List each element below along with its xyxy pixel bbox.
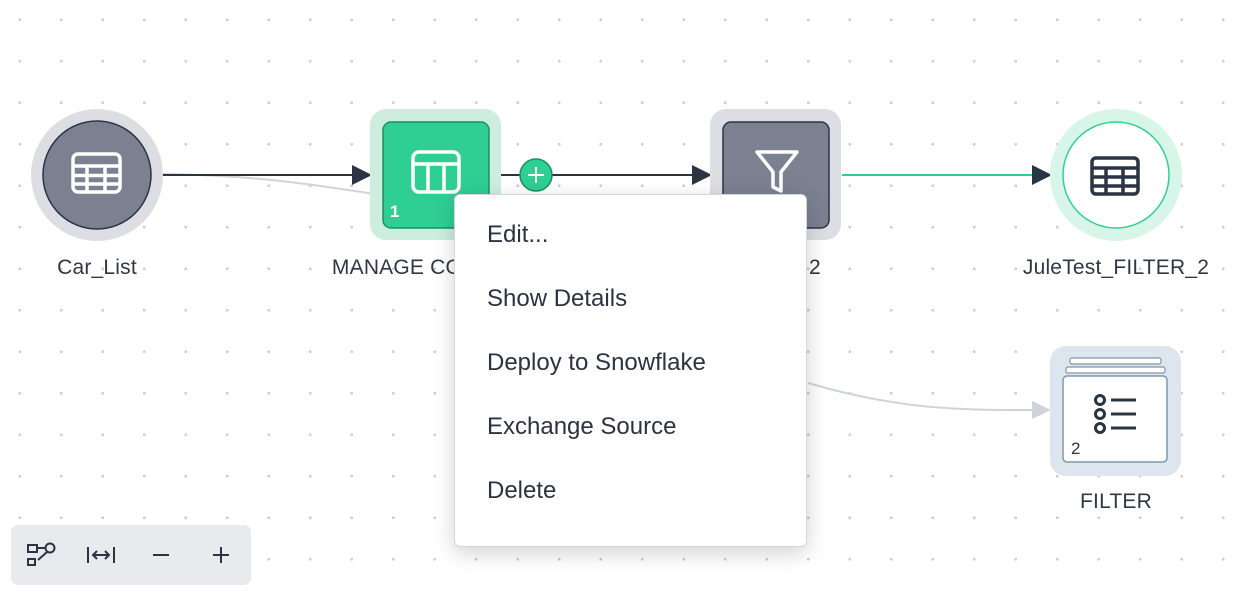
zoom-out-button[interactable] [143,537,179,573]
lineage-button[interactable] [23,537,59,573]
edge-arrow-jule [1032,165,1052,185]
context-menu: Edit... Show Details Deploy to Snowflake… [454,194,807,547]
node-label-filter-2: 2 [809,256,821,279]
menu-item-exchange-source[interactable]: Exchange Source [487,413,676,441]
step-count-badge: 1 [390,202,400,221]
menu-item-delete[interactable]: Delete [487,477,556,505]
menu-item-edit[interactable]: Edit... [487,221,548,249]
menu-item-deploy[interactable]: Deploy to Snowflake [487,349,706,377]
zoom-out-icon [153,554,169,556]
edge-arrow-filter [1032,401,1051,419]
node-label-car-list: Car_List [57,256,137,279]
zoom-in-icon [213,547,229,563]
canvas-toolbar [11,525,251,585]
fit-width-icon [87,547,115,563]
step-count-badge: 2 [1071,439,1081,458]
node-car-list[interactable] [31,109,163,241]
edge-arrow-manage [352,165,372,185]
zoom-in-button[interactable] [203,537,239,573]
add-step-button[interactable] [519,158,553,192]
fit-width-button[interactable] [83,537,119,573]
node-jule[interactable] [1050,109,1182,241]
edge-to-filter [807,382,1036,411]
node-label-jule: JuleTest_FILTER_2 [1022,256,1210,279]
node-label-manage: MANAGE CO [331,256,463,279]
node-filter[interactable] [1050,346,1181,476]
edge-arrow-filter2 [692,165,712,185]
lineage-icon [27,542,56,566]
node-label-filter: FILTER [1080,490,1152,513]
menu-item-show-details[interactable]: Show Details [487,285,627,313]
